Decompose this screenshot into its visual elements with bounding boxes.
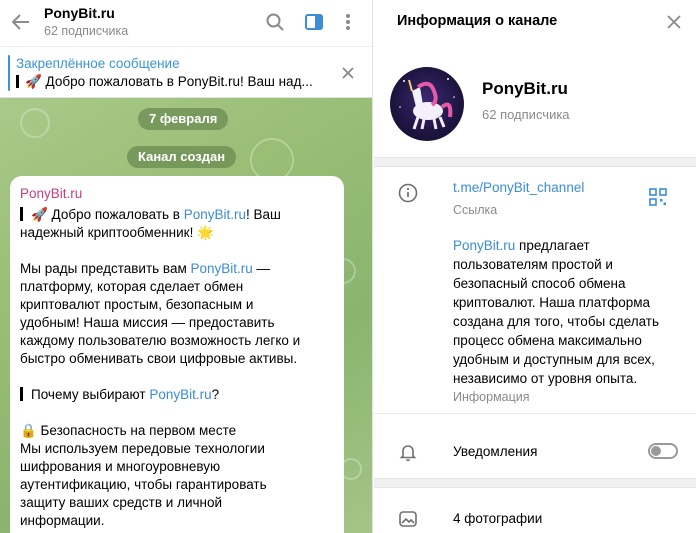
more-button[interactable] [336, 10, 360, 34]
search-button[interactable] [263, 10, 287, 34]
toggle-knob [651, 446, 661, 456]
message-line: каждому пользователю возможность легко и [20, 333, 301, 348]
channel-name: PonyBit.ru [482, 79, 568, 98]
pinned-close-button[interactable] [338, 63, 358, 83]
message-line: быстро обменивать свои цифровые активы. [20, 351, 298, 366]
notifications-label: Уведомления [453, 444, 538, 459]
pinned-title: Закреплённое сообщение [16, 56, 180, 71]
channel-avatar[interactable] [390, 67, 464, 141]
close-icon [342, 67, 354, 79]
photos-row[interactable]: 4 фотографии [453, 511, 542, 526]
description-link[interactable]: PonyBit.ru [453, 238, 515, 253]
message-link[interactable]: PonyBit.ru [190, 261, 252, 276]
bell-icon [399, 445, 417, 462]
channel-description: PonyBit.ru предлагает пользователям прос… [453, 238, 659, 386]
section-divider [374, 157, 696, 167]
pinned-text: 🚀 Добро пожаловать в PonyBit.ru! Ваш над… [16, 74, 313, 90]
channel-description-caption: Информация [453, 390, 530, 404]
message-line: аутентификацию, чтобы гарантировать [20, 477, 267, 492]
background-doodle [20, 108, 50, 138]
channel-subscribers: 62 подписчика [482, 107, 570, 122]
qr-code-icon [649, 188, 667, 206]
back-button[interactable] [8, 9, 34, 35]
photos-row-icon [396, 507, 420, 531]
notifications-row-icon [396, 440, 420, 464]
chat-subscribers: 62 подписчика [44, 24, 129, 38]
photo-icon [399, 511, 417, 527]
info-panel-title: Информация о канале [397, 13, 558, 29]
message-line: защиту ваших средств и личной [20, 495, 223, 510]
channel-link[interactable]: t.me/PonyBit_channel [453, 180, 584, 195]
message-line: удобным! Наша миссия — предоставить [20, 315, 275, 330]
chat-background: 7 февраля Канал создан PonyBit.ru 🚀 Добр… [0, 98, 372, 533]
more-vertical-icon [346, 14, 350, 30]
sidebar-toggle-button[interactable] [302, 10, 326, 34]
close-icon [667, 15, 681, 29]
section-divider [374, 478, 696, 488]
back-arrow-icon [12, 14, 29, 30]
info-icon [398, 183, 418, 203]
message-line: 🚀 Добро пожаловать в PonyBit.ru! Ваш [20, 206, 334, 224]
chat-title[interactable]: PonyBit.ru [44, 5, 115, 21]
message-line: платформу, которая сделает обмен [20, 279, 244, 294]
qr-code-button[interactable] [648, 187, 668, 207]
message-link[interactable]: PonyBit.ru [149, 387, 211, 402]
date-pill: 7 февраля [138, 108, 229, 130]
chat-pane: PonyBit.ru 62 подписчика Закреплённое со… [0, 0, 373, 533]
message-line: Мы рады представить вам PonyBit.ru — [20, 261, 271, 276]
service-message: Канал создан [127, 146, 237, 168]
notifications-toggle[interactable] [648, 443, 678, 459]
message-line: Почему выбирают PonyBit.ru? [20, 386, 334, 404]
search-icon [266, 13, 284, 31]
message-line: Мы используем передовые технологии [20, 441, 265, 456]
pinned-accent-bar [8, 55, 10, 91]
row-divider [374, 413, 696, 414]
channel-link-caption: Ссылка [453, 203, 498, 217]
sidebar-toggle-icon [305, 14, 323, 30]
pinned-message[interactable]: Закреплённое сообщение 🚀 Добро пожаловат… [0, 46, 372, 98]
info-row-icon [396, 181, 420, 205]
message-bubble[interactable]: PonyBit.ru 🚀 Добро пожаловать в PonyBit.… [10, 176, 344, 533]
message-line: криптовалют простым, безопасным и [20, 297, 254, 312]
info-close-button[interactable] [664, 12, 684, 32]
message-line: информации. [20, 513, 105, 528]
chat-header: PonyBit.ru 62 подписчика [0, 0, 372, 46]
message-line: надежный криптообменник! 🌟 [20, 225, 214, 240]
unicorn-avatar-image [399, 78, 455, 130]
channel-info-panel: Информация о канале PonyBit.ru 62 подпис… [374, 0, 696, 533]
message-line: шифрования и многоуровневую [20, 459, 221, 474]
message-link[interactable]: PonyBit.ru [184, 207, 246, 222]
message-line: 🔒 Безопасность на первом месте [20, 423, 237, 438]
message-author[interactable]: PonyBit.ru [20, 185, 334, 203]
